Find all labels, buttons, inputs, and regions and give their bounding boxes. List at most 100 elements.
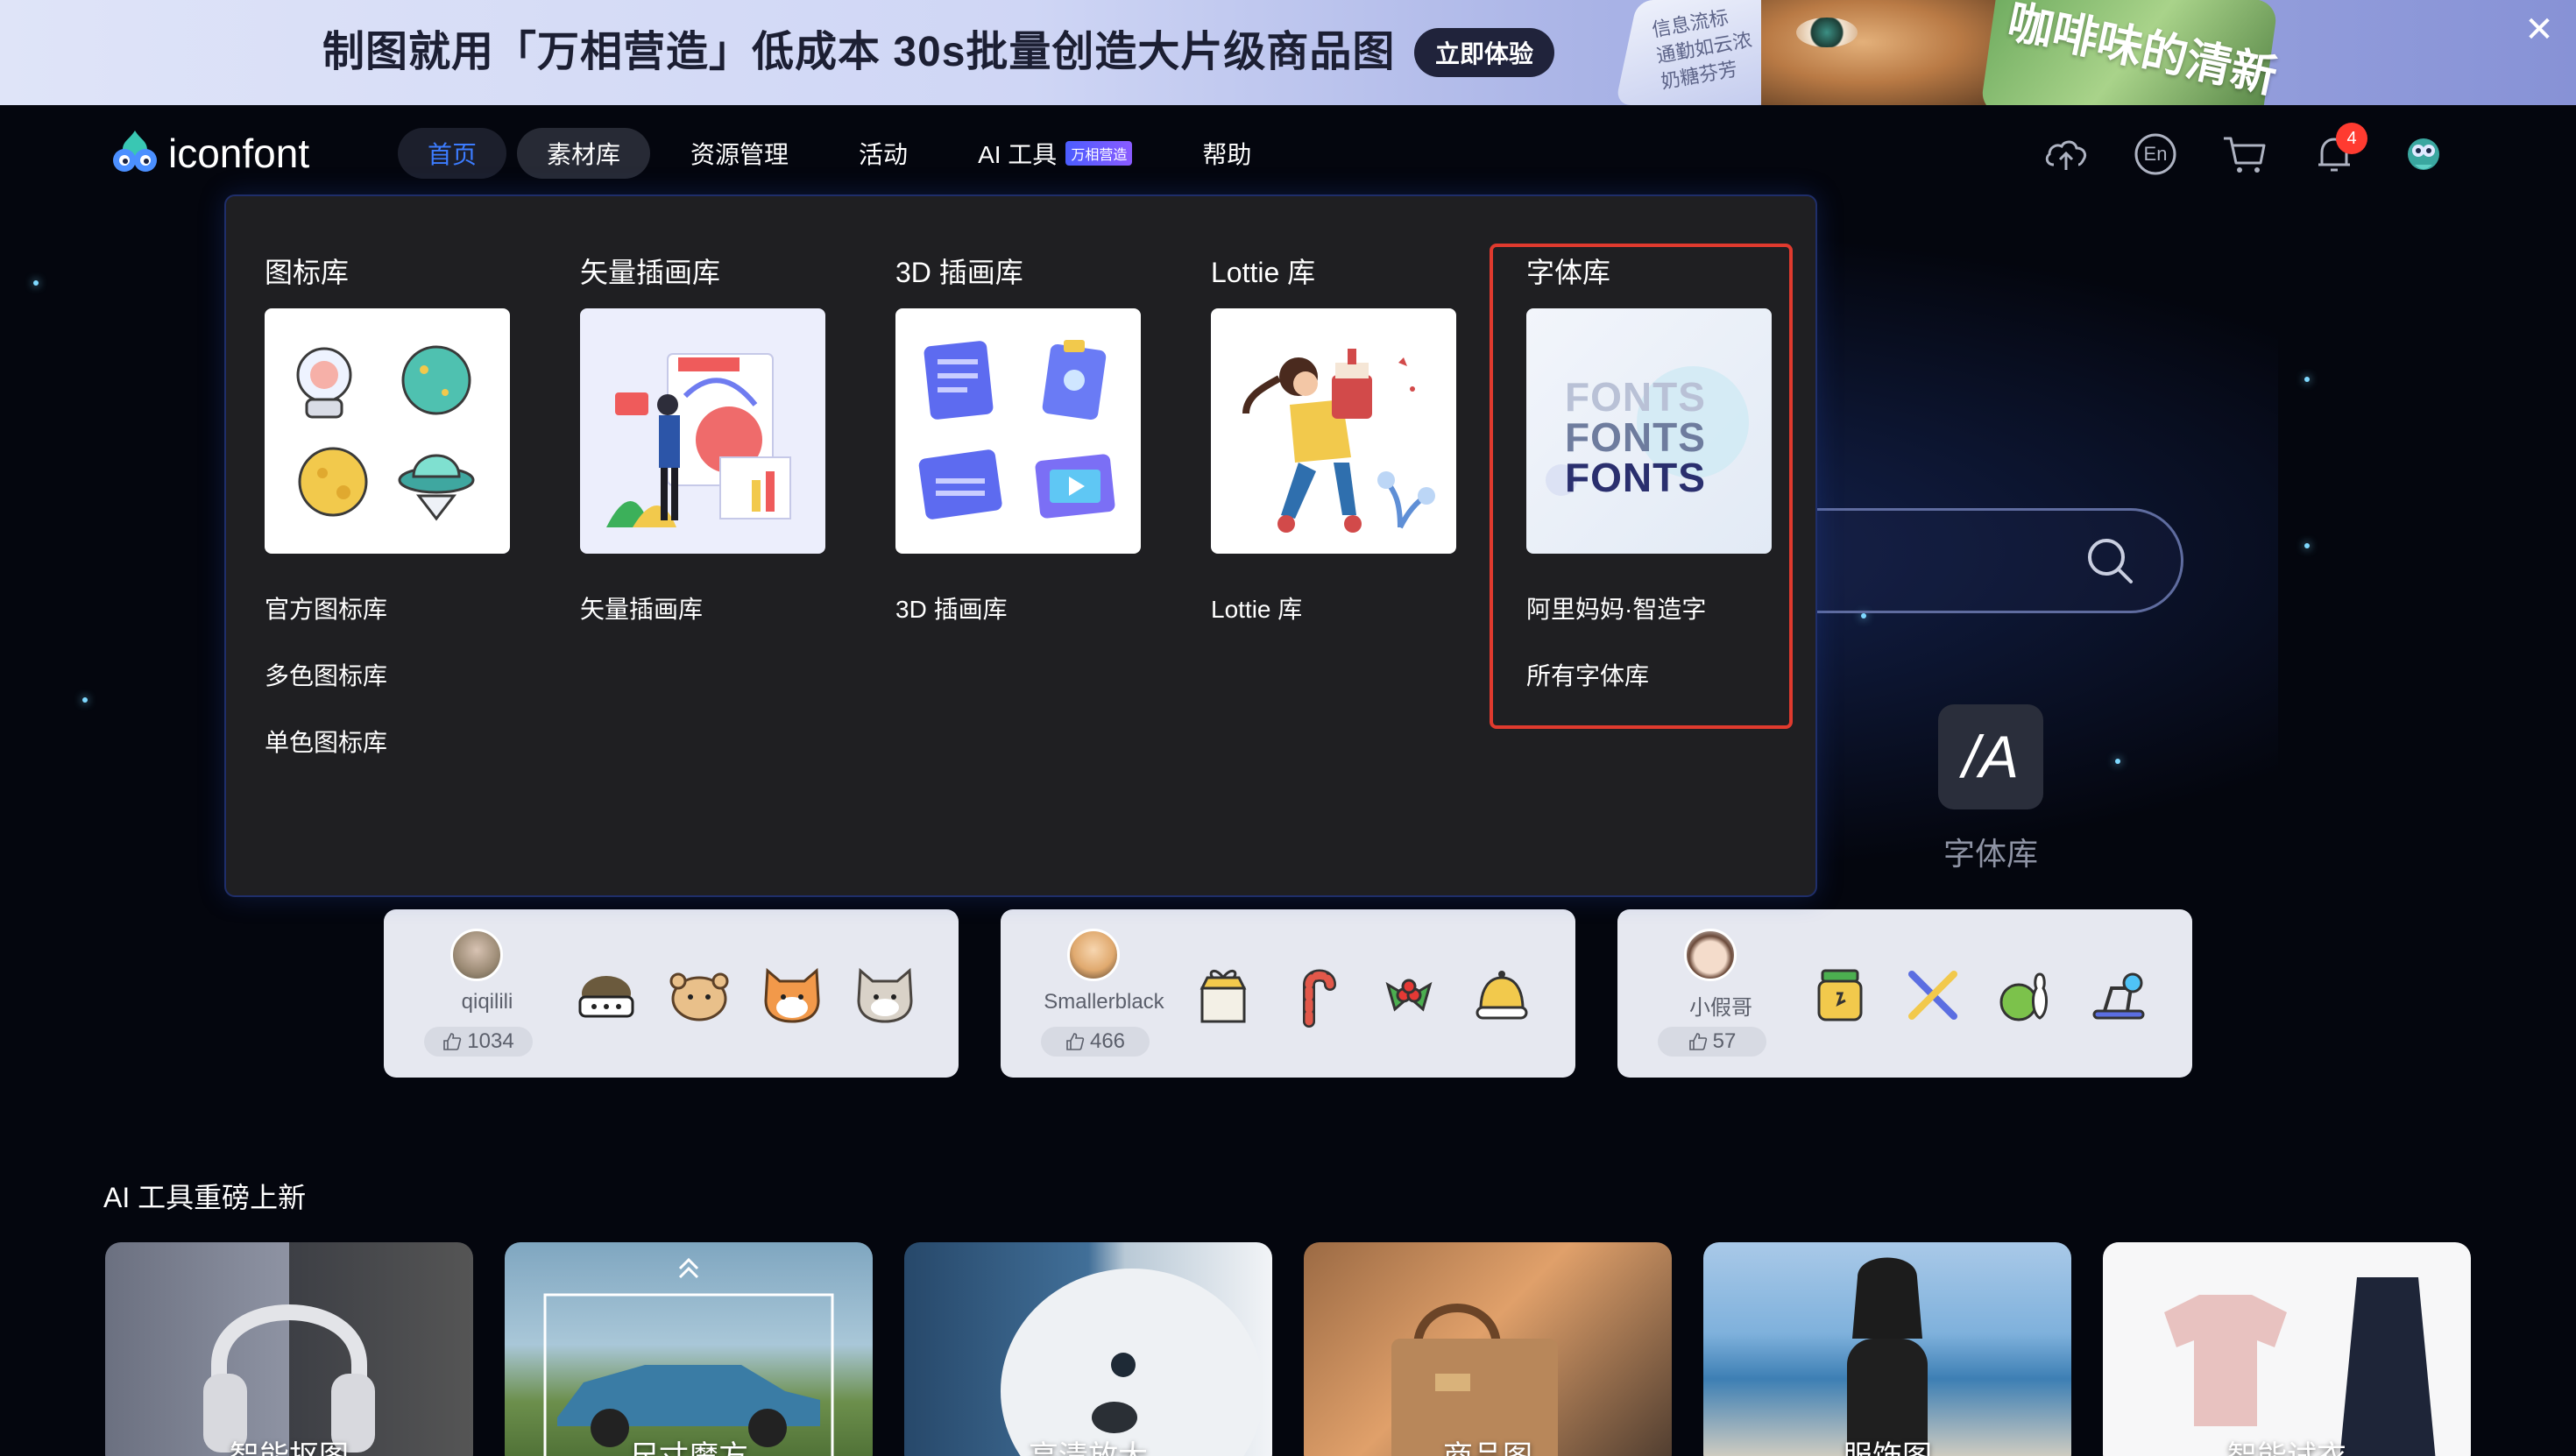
ai-card-label: 智能试衣 bbox=[2103, 1432, 2471, 1456]
ai-card-label: 商品图 bbox=[1304, 1432, 1672, 1456]
vector-illustration-thumbnail[interactable] bbox=[580, 308, 825, 554]
creator-name: Smallerblack bbox=[1044, 990, 1164, 1014]
vector-illustration bbox=[606, 353, 791, 527]
ai-tools-badge: 万相营造 bbox=[1065, 141, 1133, 166]
nav-resource-management[interactable]: 资源管理 bbox=[661, 128, 818, 179]
main-nav: 首页 素材库 资源管理 活动 AI 工具 万相营造 帮助 bbox=[398, 128, 1292, 179]
link-3d-illustration[interactable]: 3D 插画库 bbox=[895, 590, 1008, 626]
hamster-icon[interactable] bbox=[666, 962, 732, 1028]
holly-icon[interactable] bbox=[1376, 962, 1442, 1028]
turtle-icon[interactable] bbox=[573, 962, 640, 1028]
banner-try-button[interactable]: 立即体验 bbox=[1414, 28, 1554, 77]
user-avatar[interactable] bbox=[2399, 130, 2448, 179]
language-label: En bbox=[2143, 143, 2168, 165]
banner-card-text: 信息流标 通勤如云浓 奶糖芬芳 bbox=[1650, 1, 1759, 95]
notification-badge: 4 bbox=[2336, 123, 2367, 154]
creator-card[interactable]: qiqilili 1034 bbox=[384, 909, 959, 1078]
bell-ornament-icon[interactable] bbox=[1468, 962, 1535, 1028]
search-icon[interactable] bbox=[2084, 534, 2136, 587]
likes-count[interactable]: 57 bbox=[1658, 1027, 1766, 1057]
font-library-highlight-box bbox=[1490, 244, 1793, 729]
creator-name: 小假哥 bbox=[1689, 996, 1752, 1020]
3d-icons-illustration bbox=[918, 340, 1115, 519]
link-official-icons[interactable]: 官方图标库 bbox=[265, 590, 387, 626]
space-icons-illustration bbox=[296, 345, 475, 521]
dog-image bbox=[1001, 1269, 1263, 1456]
bowling-icon[interactable] bbox=[1992, 962, 2059, 1028]
likes-count[interactable]: 1034 bbox=[424, 1027, 533, 1057]
link-vector-illustration[interactable]: 矢量插画库 bbox=[580, 590, 703, 626]
link-multicolor-icons[interactable]: 多色图标库 bbox=[265, 657, 387, 692]
font-library-label[interactable]: 字体库 bbox=[1938, 829, 2043, 874]
creator-card[interactable]: 小假哥 57 bbox=[1617, 909, 2192, 1078]
nav-help[interactable]: 帮助 bbox=[1172, 128, 1281, 179]
ai-card-resize[interactable]: 尺寸魔方 bbox=[505, 1242, 873, 1456]
ai-card-apparel[interactable]: 服饰图 bbox=[1703, 1242, 2071, 1456]
avatar bbox=[1067, 929, 1120, 981]
iconfont-logo[interactable]: iconfont bbox=[109, 124, 309, 182]
ai-card-label: 智能抠图 bbox=[105, 1432, 473, 1456]
likes-count[interactable]: 466 bbox=[1041, 1027, 1150, 1057]
link-lottie[interactable]: Lottie 库 bbox=[1211, 590, 1302, 626]
candy-cane-icon[interactable] bbox=[1283, 962, 1349, 1028]
gift-box-icon[interactable] bbox=[1190, 962, 1256, 1028]
ai-card-tryon[interactable]: 智能试衣 bbox=[2103, 1242, 2471, 1456]
ai-card-matting[interactable]: 智能抠图 bbox=[105, 1242, 473, 1456]
column-heading: Lottie 库 bbox=[1211, 257, 1316, 288]
cat-icon[interactable] bbox=[852, 962, 918, 1028]
ai-card-product[interactable]: 商品图 bbox=[1304, 1242, 1672, 1456]
bell-icon[interactable]: 4 bbox=[2310, 123, 2367, 179]
car-image bbox=[543, 1257, 834, 1456]
nav-home[interactable]: 首页 bbox=[398, 128, 507, 179]
close-icon[interactable]: ✕ bbox=[2520, 11, 2558, 49]
font-glyph-icon: /A bbox=[1962, 724, 2020, 790]
thumbs-up-icon bbox=[1066, 1033, 1085, 1050]
creator-card[interactable]: Smallerblack 466 bbox=[1001, 909, 1575, 1078]
ai-section-title: AI 工具重磅上新 bbox=[103, 1182, 307, 1213]
nav-ai-tools-label: AI 工具 bbox=[978, 141, 1058, 168]
protein-jar-icon[interactable] bbox=[1807, 962, 1873, 1028]
cart-icon[interactable] bbox=[2220, 130, 2269, 179]
upload-cloud-icon[interactable] bbox=[2042, 130, 2091, 179]
avatar bbox=[450, 929, 503, 981]
icon-preview-row bbox=[1807, 962, 2178, 1028]
headphones-image bbox=[203, 1304, 375, 1452]
banner-model-eye bbox=[1796, 18, 1858, 47]
exercise-bike-icon[interactable] bbox=[2085, 962, 2152, 1028]
banner-model-image bbox=[1761, 0, 2015, 105]
column-heading: 矢量插画库 bbox=[580, 257, 721, 288]
nav-assets[interactable]: 素材库 bbox=[517, 128, 651, 179]
ai-card-label: 高清放大 bbox=[904, 1432, 1272, 1456]
promo-banner[interactable]: 制图就用「万相营造」低成本 30s批量创造大片级商品图 立即体验 信息流标 通勤… bbox=[0, 0, 2576, 105]
avatar bbox=[1684, 929, 1737, 981]
link-monochrome-icons[interactable]: 单色图标库 bbox=[265, 724, 387, 759]
thumbs-up-icon bbox=[443, 1033, 462, 1050]
logo-icon bbox=[109, 127, 161, 180]
ai-card-label: 尺寸魔方 bbox=[505, 1432, 873, 1456]
ai-card-label: 服饰图 bbox=[1703, 1432, 2071, 1456]
clothing-image bbox=[2164, 1277, 2436, 1456]
likes-value: 1034 bbox=[467, 1029, 514, 1053]
3d-illustration-thumbnail[interactable] bbox=[895, 308, 1141, 554]
lottie-illustration bbox=[1242, 349, 1435, 533]
ai-card-upscale[interactable]: 高清放大 bbox=[904, 1242, 1272, 1456]
thumbs-up-icon bbox=[1688, 1033, 1707, 1050]
font-library-tile[interactable]: /A bbox=[1938, 704, 2043, 809]
icon-preview-row bbox=[573, 962, 945, 1028]
nav-activities[interactable]: 活动 bbox=[829, 128, 938, 179]
likes-value: 57 bbox=[1712, 1029, 1737, 1053]
column-heading: 3D 插画库 bbox=[895, 257, 1023, 288]
nav-ai-tools[interactable]: AI 工具 万相营造 bbox=[948, 128, 1162, 179]
lottie-thumbnail[interactable] bbox=[1211, 308, 1456, 554]
icon-preview-row bbox=[1190, 962, 1561, 1028]
language-switch-icon[interactable]: En bbox=[2131, 130, 2180, 179]
column-heading: 图标库 bbox=[265, 257, 350, 288]
badminton-icon[interactable] bbox=[1900, 962, 1966, 1028]
handbag-image bbox=[1391, 1304, 1558, 1456]
model-image bbox=[1847, 1257, 1928, 1456]
icon-library-thumbnail[interactable] bbox=[265, 308, 510, 554]
shiba-icon[interactable] bbox=[759, 962, 825, 1028]
banner-text: 制图就用「万相营造」低成本 30s批量创造大片级商品图 bbox=[322, 29, 1396, 75]
header-tools: En 4 bbox=[2042, 123, 2448, 179]
logo-text: iconfont bbox=[168, 131, 310, 176]
